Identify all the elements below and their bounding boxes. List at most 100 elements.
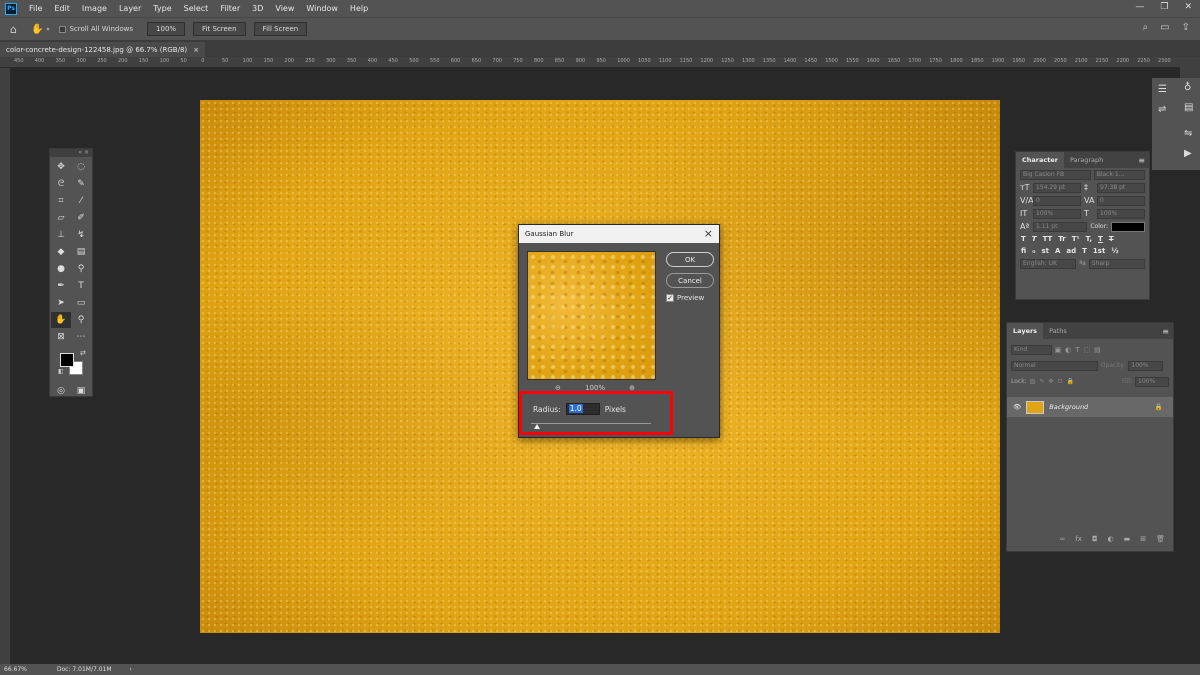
healing-brush-tool-icon[interactable]: ▱ (51, 210, 71, 226)
workspace-icon[interactable]: ▭ (1160, 22, 1169, 33)
titling-button[interactable]: ad (1066, 247, 1076, 255)
properties-icon[interactable]: ⇌ (1158, 104, 1166, 115)
status-arrow-icon[interactable]: › (130, 666, 132, 673)
dialog-titlebar[interactable]: Gaussian Blur × (519, 225, 719, 243)
crop-tool-icon[interactable]: ⌗ (51, 193, 71, 209)
superscript-button[interactable]: T¹ (1072, 235, 1080, 243)
status-zoom[interactable]: 66.67% (4, 666, 27, 673)
scroll-all-windows-checkbox[interactable]: Scroll All Windows (59, 25, 133, 33)
hand-tool-preset-icon[interactable]: ✋ (31, 24, 43, 35)
pen-tool-icon[interactable]: ✒ (51, 278, 71, 294)
fit-screen-button[interactable]: Fit Screen (193, 22, 246, 36)
document-tab[interactable]: color-concrete-design-122458.jpg @ 66.7%… (0, 42, 206, 57)
libraries-icon[interactable]: ▤ (1184, 102, 1193, 113)
tracking-field[interactable]: 0 (1097, 195, 1145, 206)
panel-menu-icon[interactable]: ≡ (1162, 327, 1169, 336)
menu-edit[interactable]: Edit (48, 4, 76, 13)
eyedropper-tool-icon[interactable]: ⁄ (71, 193, 91, 209)
ordinals-button[interactable]: 1st (1093, 247, 1105, 255)
type-tool-icon[interactable]: T (71, 278, 91, 294)
menu-file[interactable]: File (23, 4, 48, 13)
faux-bold-button[interactable]: T (1021, 235, 1026, 243)
all-caps-button[interactable]: TT (1043, 235, 1053, 243)
menu-select[interactable]: Select (178, 4, 215, 13)
blur-preview[interactable] (527, 251, 656, 380)
strikethrough-button[interactable]: T (1109, 235, 1114, 243)
eraser-tool-icon[interactable]: ◆ (51, 244, 71, 260)
baseline-shift-field[interactable]: 1.11 pt (1033, 221, 1088, 232)
quick-mask-icon[interactable]: ◎ (51, 383, 71, 399)
text-color-swatch[interactable] (1111, 221, 1145, 232)
add-mask-icon[interactable]: ◘ (1092, 535, 1098, 549)
preview-checkbox[interactable]: ✓ Preview (666, 294, 704, 302)
tab-paragraph[interactable]: Paragraph (1064, 152, 1109, 168)
stylistic-alternates-button[interactable]: T (1082, 247, 1087, 255)
opacity-field[interactable]: 100% (1128, 360, 1164, 371)
ok-button[interactable]: OK (666, 252, 714, 267)
more-tools-icon[interactable]: ⋯ (71, 329, 91, 345)
language-select[interactable]: English: UK (1020, 258, 1077, 269)
quick-select-tool-icon[interactable]: ✎ (71, 176, 91, 192)
share-icon[interactable]: ⇪ (1182, 22, 1190, 33)
search-icon[interactable]: ⌕ (1143, 22, 1149, 33)
hand-tool-icon[interactable]: ✋ (51, 312, 71, 328)
path-select-tool-icon[interactable]: ➤ (51, 295, 71, 311)
panel-menu-icon[interactable]: ≡ (1138, 156, 1145, 165)
discretionary-ligatures-button[interactable]: st (1041, 247, 1049, 255)
panel-collapse-strip[interactable] (1180, 57, 1200, 78)
antialias-select[interactable]: Sharp (1088, 258, 1146, 269)
blur-tool-icon[interactable]: ● (51, 261, 71, 277)
move-tool-icon[interactable]: ✥ (51, 159, 71, 175)
ligatures-button[interactable]: fi (1021, 247, 1026, 255)
menu-window[interactable]: Window (300, 4, 344, 13)
lightbulb-icon[interactable]: ♁ (1184, 82, 1191, 93)
new-layer-icon[interactable]: ⊞ (1140, 535, 1146, 549)
play-icon[interactable]: ▶ (1184, 148, 1192, 159)
menu-type[interactable]: Type (147, 4, 177, 13)
faux-italic-button[interactable]: T (1032, 235, 1037, 243)
swash-button[interactable]: A (1055, 247, 1060, 255)
menu-3d[interactable]: 3D (246, 4, 269, 13)
tab-paths[interactable]: Paths (1043, 323, 1073, 339)
close-icon[interactable]: × (704, 227, 713, 240)
screen-mode-icon[interactable]: ▣ (71, 383, 91, 399)
lock-icons[interactable]: ▨✎✥⊡🔒 (1030, 378, 1078, 385)
tab-layers[interactable]: Layers (1007, 323, 1044, 339)
leading-field[interactable]: 97.38 pt (1097, 182, 1145, 193)
font-style-select[interactable]: Black 1... (1093, 169, 1145, 180)
restore-icon[interactable]: ❐ (1160, 2, 1168, 12)
zoom-tool-icon[interactable]: ⚲ (71, 312, 91, 328)
fractions-button[interactable]: ½ (1111, 247, 1118, 255)
foreground-color-swatch[interactable] (60, 353, 74, 367)
tab-close-icon[interactable]: × (193, 46, 199, 54)
font-size-field[interactable]: 154.29 pt (1033, 182, 1081, 193)
lock-icon[interactable]: 🔒 (1155, 403, 1163, 411)
subscript-button[interactable]: T, (1086, 235, 1092, 243)
tools-panel-header[interactable]: « × (50, 149, 92, 157)
clone-stamp-tool-icon[interactable]: ⊥ (51, 227, 71, 243)
zoom-100-button[interactable]: 100% (147, 22, 186, 36)
default-colors-icon[interactable]: ◧ (58, 368, 64, 375)
adjustment-layer-icon[interactable]: ◐ (1108, 535, 1114, 549)
close-icon[interactable]: ✕ (1184, 2, 1192, 12)
swap-colors-icon[interactable]: ⇄ (80, 349, 86, 357)
minimize-icon[interactable]: — (1135, 2, 1144, 12)
checkbox-checked-icon[interactable]: ✓ (666, 294, 674, 302)
layer-filter-kind[interactable]: Kind (1011, 344, 1052, 355)
checkbox-box[interactable] (59, 25, 67, 33)
history-brush-tool-icon[interactable]: ↯ (71, 227, 91, 243)
horizontal-scale-field[interactable]: 100% (1097, 208, 1145, 219)
adjustments-icon[interactable]: ⇋ (1184, 128, 1192, 139)
marquee-tool-icon[interactable]: ◌ (71, 159, 91, 175)
small-caps-button[interactable]: Tr (1058, 235, 1065, 243)
chevron-down-icon[interactable]: ▾ (46, 26, 49, 33)
lasso-tool-icon[interactable]: ᘓ (51, 176, 71, 192)
blend-mode-select[interactable]: Normal (1011, 360, 1098, 371)
visibility-eye-icon[interactable]: 👁 (1013, 403, 1021, 411)
alternates-button[interactable]: ℴ (1032, 247, 1035, 255)
fx-icon[interactable]: fx (1075, 535, 1082, 549)
rectangle-tool-icon[interactable]: ▭ (71, 295, 91, 311)
menu-view[interactable]: View (269, 4, 300, 13)
menu-help[interactable]: Help (344, 4, 374, 13)
fill-field[interactable]: 100% (1135, 376, 1169, 387)
